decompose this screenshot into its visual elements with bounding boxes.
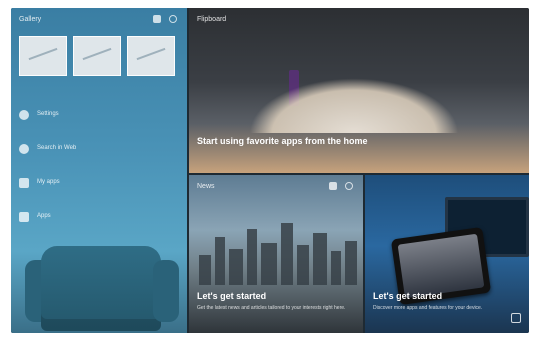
news-label: News [197,183,215,190]
building [199,255,211,285]
expand-icon[interactable] [511,313,521,323]
gallery-actions [153,15,177,23]
building [229,249,243,285]
news-actions [329,182,353,190]
shortcut-label: Settings [37,111,59,118]
sofa-illustration [41,246,161,331]
settings-icon[interactable] [345,182,353,190]
news-description: Get the latest news and articles tailore… [197,305,346,311]
gallery-thumbnail[interactable] [127,36,175,76]
shortcut-item[interactable]: Settings [19,108,179,122]
promo-panel[interactable]: Let's get started Discover more apps and… [365,175,529,333]
settings-icon[interactable] [169,15,177,23]
building [297,245,309,285]
news-panel[interactable]: News Let's get started Get the latest ne… [189,175,363,333]
city-skyline [189,215,363,285]
gallery-thumbnails [19,36,175,76]
building [281,223,293,285]
gallery-title: Gallery [19,16,42,23]
tablet-screen [397,233,485,299]
building [215,237,225,285]
shortcut-label: Search in Web [37,145,77,152]
gallery-thumbnail[interactable] [73,36,121,76]
folder-icon [19,212,29,222]
building [331,251,341,285]
sofa-arm [153,260,179,322]
gallery-thumbnail[interactable] [19,36,67,76]
news-title: Let's get started [197,291,267,301]
apps-icon [19,178,29,188]
book-pages [249,78,459,133]
shortcut-item[interactable]: Apps [19,210,179,224]
featured-label: Flipboard [197,16,227,23]
shortcut-item[interactable]: Search in Web [19,142,179,156]
building [261,243,277,285]
building [345,241,357,285]
shortcut-item[interactable]: My apps [19,176,179,190]
featured-panel[interactable]: Flipboard Start using favorite apps from… [189,8,529,173]
gallery-panel[interactable]: Gallery Settings Search in Web My apps A… [11,8,187,333]
gallery-shortcuts: Settings Search in Web My apps Apps [19,108,179,244]
home-screen-frame: Gallery Settings Search in Web My apps A… [11,8,529,333]
promo-title: Let's get started [373,291,443,301]
building [313,233,327,285]
featured-headline: Start using favorite apps from the home [197,136,368,146]
building [247,229,257,285]
promo-description: Discover more apps and features for your… [373,305,483,311]
shortcut-label: Apps [37,213,51,220]
search-icon [19,144,29,154]
settings-icon [19,110,29,120]
menu-icon[interactable] [329,182,337,190]
menu-icon[interactable] [153,15,161,23]
shortcut-label: My apps [37,179,60,186]
